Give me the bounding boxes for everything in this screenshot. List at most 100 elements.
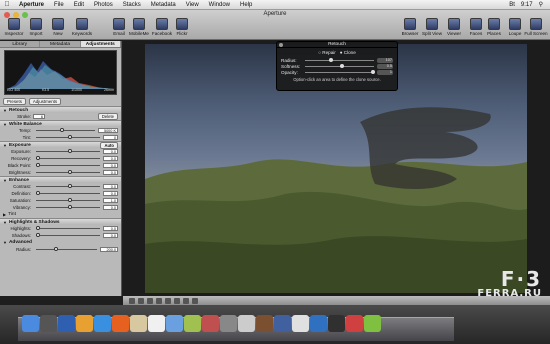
- contrast-slider[interactable]: [36, 184, 100, 188]
- tint-disclosure-row[interactable]: ▶ Tint: [0, 211, 121, 218]
- chrome-dock-icon[interactable]: [346, 315, 363, 332]
- black-point-slider[interactable]: [36, 163, 100, 167]
- repair-radio[interactable]: ○ Repair: [318, 50, 336, 55]
- menu-file[interactable]: File: [49, 2, 69, 8]
- keywords-button[interactable]: Keywords: [70, 18, 94, 36]
- tab-library[interactable]: Library: [0, 41, 41, 47]
- menu-stacks[interactable]: Stacks: [118, 2, 146, 8]
- hud-softness-slider[interactable]: [305, 63, 374, 68]
- stamp-tool-icon[interactable]: [174, 297, 180, 304]
- pointer-tool-icon[interactable]: [129, 297, 135, 304]
- clock[interactable]: 9:17: [518, 2, 536, 8]
- redeye-tool-icon[interactable]: [192, 297, 198, 304]
- vibrancy-slider[interactable]: [36, 205, 100, 209]
- disclosure-triangle-icon[interactable]: ▼: [3, 240, 7, 245]
- definition-value[interactable]: 0.0: [103, 191, 118, 196]
- bluetooth-status[interactable]: Bt: [506, 2, 518, 8]
- adjustments-popup[interactable]: Adjustments: [28, 98, 62, 105]
- tint-value[interactable]: 0: [103, 135, 118, 140]
- vibrancy-value[interactable]: 0.0: [103, 205, 118, 210]
- delete-button[interactable]: Delete: [97, 113, 118, 120]
- menu-window[interactable]: Window: [204, 2, 235, 8]
- disclosure-triangle-icon[interactable]: ▼: [3, 122, 7, 127]
- system-preferences-icon[interactable]: [58, 315, 75, 332]
- spotlight-icon[interactable]: ⚲: [536, 1, 546, 8]
- skype-icon[interactable]: [364, 315, 381, 332]
- lift-tool-icon[interactable]: [165, 297, 171, 304]
- temp-value[interactable]: 5000 K: [98, 128, 118, 133]
- address-book-icon[interactable]: [130, 315, 147, 332]
- radius-slider[interactable]: [36, 247, 97, 251]
- hud-radius-slider[interactable]: [305, 57, 374, 62]
- ical-icon[interactable]: [148, 315, 165, 332]
- rotate-tool-icon[interactable]: [156, 297, 162, 304]
- menu-metadata[interactable]: Metadata: [146, 2, 181, 8]
- straighten-tool-icon[interactable]: [147, 297, 153, 304]
- disclosure-triangle-icon[interactable]: ▼: [3, 178, 7, 183]
- brightness-slider[interactable]: [36, 170, 100, 174]
- definition-slider[interactable]: [36, 191, 100, 195]
- preview-icon[interactable]: [238, 315, 255, 332]
- saturation-slider[interactable]: [36, 198, 100, 202]
- inspector-button[interactable]: Inspector: [2, 18, 26, 36]
- disclosure-triangle-icon[interactable]: ▼: [3, 220, 7, 225]
- viewer-button[interactable]: Viewer: [442, 18, 466, 36]
- highlights-value[interactable]: 0.0: [103, 226, 118, 231]
- clone-radio[interactable]: ● Clone: [340, 50, 356, 55]
- radius-value[interactable]: 200.0: [100, 247, 118, 252]
- mobileme-button[interactable]: MobileMe: [127, 18, 151, 36]
- close-hud-icon[interactable]: [279, 43, 283, 47]
- shadows-slider[interactable]: [36, 233, 100, 237]
- menu-edit[interactable]: Edit: [69, 2, 89, 8]
- enhance-section-header[interactable]: ▼ Enhance: [0, 176, 121, 183]
- firefox-icon[interactable]: [112, 315, 129, 332]
- disclosure-triangle-icon[interactable]: ▼: [3, 108, 7, 113]
- safari-icon[interactable]: [94, 315, 111, 332]
- white-balance-section-header[interactable]: ▼ White Balance: [0, 120, 121, 127]
- temp-slider[interactable]: [36, 128, 95, 132]
- flickr-button[interactable]: Flickr: [170, 18, 194, 36]
- brightness-value[interactable]: 0.0: [103, 170, 118, 175]
- dashboard-icon[interactable]: [40, 315, 57, 332]
- hud-softness-value[interactable]: 0.5: [377, 63, 393, 69]
- exposure-slider[interactable]: [36, 149, 100, 153]
- crop-tool-icon[interactable]: [138, 297, 144, 304]
- browser-button[interactable]: Browser: [398, 18, 422, 36]
- tint-slider[interactable]: [36, 135, 100, 139]
- aperture-dock-icon[interactable]: [328, 315, 345, 332]
- apple-menu-icon[interactable]: : [0, 1, 14, 8]
- garageband-icon[interactable]: [202, 315, 219, 332]
- new-button[interactable]: New: [46, 18, 70, 36]
- retouch-tool-icon[interactable]: [183, 297, 189, 304]
- disclosure-triangle-icon[interactable]: ▼: [3, 143, 7, 148]
- full-screen-button[interactable]: Full Screen: [524, 18, 548, 36]
- contrast-value[interactable]: 0.0: [103, 184, 118, 189]
- menu-help[interactable]: Help: [235, 2, 257, 8]
- exposure-value[interactable]: 0.0: [103, 149, 118, 154]
- split-view-button[interactable]: Split View: [420, 18, 444, 36]
- pages-icon[interactable]: [310, 315, 327, 332]
- highlights-shadows-section-header[interactable]: ▼ Highlights & Shadows: [0, 218, 121, 225]
- hud-opacity-slider[interactable]: [305, 69, 375, 74]
- retouch-section-header[interactable]: ▼ Retouch: [0, 106, 121, 113]
- disclosure-triangle-icon[interactable]: ▶: [3, 212, 6, 217]
- black-point-value[interactable]: 0.0: [103, 163, 118, 168]
- import-button[interactable]: Import: [24, 18, 48, 36]
- recovery-value[interactable]: 0.0: [103, 156, 118, 161]
- hud-radius-value[interactable]: 107: [377, 57, 393, 63]
- tab-metadata[interactable]: Metadata: [40, 41, 81, 47]
- menu-view[interactable]: View: [181, 2, 204, 8]
- textedit-icon[interactable]: [292, 315, 309, 332]
- stroke-value[interactable]: 6: [33, 114, 45, 119]
- presets-popup[interactable]: Presets: [3, 98, 26, 105]
- menu-aperture[interactable]: Aperture: [14, 2, 49, 8]
- exposure-section-header[interactable]: ▼ Exposure Auto: [0, 141, 121, 149]
- iphoto-icon[interactable]: [184, 315, 201, 332]
- chrome-icon[interactable]: [76, 315, 93, 332]
- recovery-slider[interactable]: [36, 156, 100, 160]
- menu-photos[interactable]: Photos: [89, 2, 118, 8]
- aperture-icon[interactable]: [220, 315, 237, 332]
- shadows-value[interactable]: 0.0: [103, 233, 118, 238]
- advanced-disclosure-row[interactable]: ▼ Advanced: [0, 239, 121, 246]
- finder-icon[interactable]: [22, 315, 39, 332]
